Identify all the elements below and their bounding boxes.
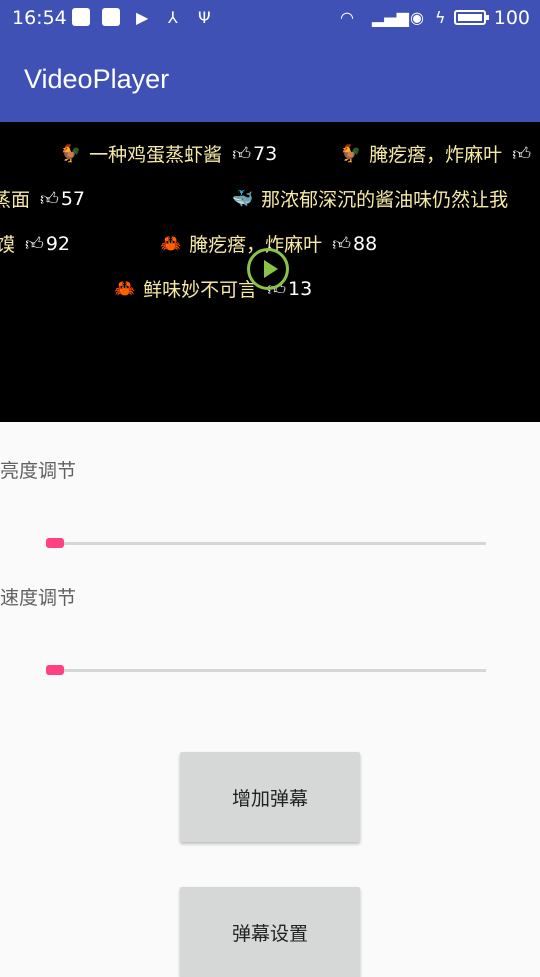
- battery-percent: 100: [493, 7, 530, 29]
- video-icon: ▶: [136, 8, 149, 27]
- usb-connection-icon: ⅄: [168, 8, 178, 27]
- hd-icon: ◉: [410, 8, 424, 27]
- battery-icon: [454, 10, 489, 25]
- rooster-emoji: 🐓: [60, 143, 82, 164]
- app-bar: VideoPlayer: [0, 38, 540, 122]
- status-bar: 16:54 ▶ ⅄ Ψ ◠ ▂▄▆ ◉ ϟ 100: [0, 0, 540, 38]
- crab-emoji: 🦀: [114, 278, 136, 299]
- notification-icon: [72, 8, 90, 28]
- danmaku-text: 那浓郁深沉的酱油味仍然让我: [261, 189, 509, 211]
- danmaku-text: 鲜味妙不可言: [143, 279, 258, 301]
- danmaku-text: 蒸面: [0, 189, 31, 211]
- whale-emoji: 🐳: [232, 188, 254, 209]
- slider-track: [46, 542, 486, 545]
- slider-thumb[interactable]: [45, 665, 64, 675]
- danmaku-item: 🐓 腌疙瘩，炸麻叶 👍︎: [340, 140, 533, 167]
- thumbs-up-icon: 👍︎: [332, 233, 351, 255]
- thumbs-up-icon: 👍︎: [232, 143, 251, 165]
- thumbs-up-icon: 👍︎: [512, 143, 531, 165]
- slider-thumb[interactable]: [45, 538, 64, 548]
- crab-emoji: 🦀: [160, 233, 182, 254]
- play-button[interactable]: [247, 248, 289, 290]
- gallery-icon: [102, 8, 120, 28]
- speed-label: 速度调节: [0, 587, 77, 609]
- danmaku-item: 蒸面 👍︎ 57: [0, 185, 85, 212]
- danmaku-item: 🐓 一种鸡蛋蒸虾酱 👍︎ 73: [60, 140, 277, 167]
- brightness-label: 亮度调节: [0, 460, 77, 482]
- danmaku-text: 一种鸡蛋蒸虾酱: [89, 144, 223, 166]
- danmaku-text: 腌疙瘩，炸麻叶: [369, 144, 503, 166]
- usb-icon: Ψ: [198, 8, 211, 27]
- slider-track: [46, 669, 486, 672]
- danmaku-text: 馍: [0, 234, 16, 256]
- danmaku-item: 馍 👍︎ 92: [0, 230, 70, 257]
- app-title: VideoPlayer: [24, 64, 170, 94]
- danmaku-likes: 👍︎ 73: [232, 142, 278, 165]
- charging-icon: ϟ: [435, 8, 446, 27]
- danmaku-likes: 👍︎ 57: [40, 187, 86, 210]
- status-time: 16:54: [12, 7, 67, 29]
- brightness-slider[interactable]: [45, 534, 486, 554]
- rooster-emoji: 🐓: [340, 143, 362, 164]
- danmaku-item: 🐳 那浓郁深沉的酱油味仍然让我: [232, 185, 508, 212]
- danmaku-likes: 👍︎ 92: [25, 232, 71, 255]
- danmaku-likes: 👍︎: [512, 143, 533, 165]
- thumbs-up-icon: 👍︎: [40, 188, 59, 210]
- danmaku-likes: 👍︎ 88: [332, 232, 378, 255]
- thumbs-up-icon: 👍︎: [25, 233, 44, 255]
- signal-4g-icon: ▂▄▆: [372, 8, 409, 27]
- video-player[interactable]: 🐓 一种鸡蛋蒸虾酱 👍︎ 73 🐓 腌疙瘩，炸麻叶 👍︎ 蒸面 👍︎ 57 🐳 那浓…: [0, 122, 540, 422]
- danmaku-settings-button[interactable]: 弹幕设置: [180, 887, 360, 977]
- wifi-icon: ◠: [340, 8, 354, 27]
- add-danmaku-button[interactable]: 增加弹幕: [180, 752, 360, 842]
- speed-slider[interactable]: [45, 661, 486, 681]
